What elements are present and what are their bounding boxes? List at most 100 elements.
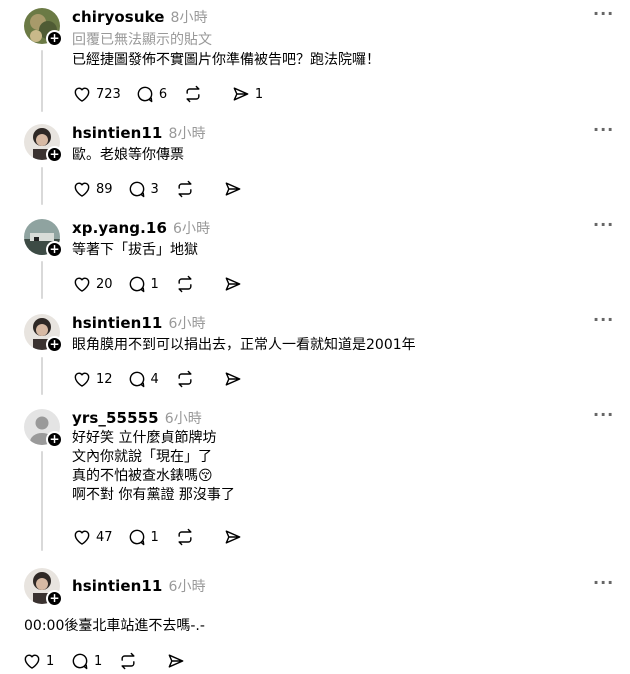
thread-post: + hsintien11 6小時 ··· 眼角膜用不到可以捐出去，正常人一看就知道… xyxy=(0,307,630,399)
username[interactable]: hsintien11 6小時 xyxy=(72,313,206,333)
follow-plus-icon[interactable]: + xyxy=(46,431,63,448)
heart-icon xyxy=(74,277,90,292)
reply-button[interactable]: 6 xyxy=(135,84,169,104)
avatar[interactable]: + xyxy=(24,314,63,353)
timestamp: 6小時 xyxy=(173,221,211,237)
action-bar: 723 6 1 xyxy=(72,83,279,105)
comment-bubble-icon xyxy=(129,371,144,388)
avatar[interactable]: + xyxy=(24,409,63,448)
share-count: 1 xyxy=(254,86,264,102)
repost-arrows-icon xyxy=(178,370,192,388)
post-text: 眼角膜用不到可以捐出去，正常人一看就知道是2001年 xyxy=(72,337,416,353)
repost-arrows-icon xyxy=(121,652,135,670)
comment-bubble-icon xyxy=(129,529,144,546)
username[interactable]: hsintien11 8小時 xyxy=(72,123,206,143)
username[interactable]: hsintien11 6小時 xyxy=(72,576,206,596)
like-count: 47 xyxy=(96,529,113,545)
like-count: 12 xyxy=(96,371,113,387)
repost-button[interactable] xyxy=(175,369,209,389)
repost-arrows-icon xyxy=(186,85,200,103)
share-button[interactable] xyxy=(223,369,257,389)
reply-count: 1 xyxy=(150,529,159,545)
timestamp: 8小時 xyxy=(170,10,208,26)
repost-arrows-icon xyxy=(178,528,192,546)
username[interactable]: xp.yang.16 6小時 xyxy=(72,218,210,238)
reply-button[interactable]: 1 xyxy=(127,274,161,294)
repost-button[interactable] xyxy=(183,84,217,104)
reply-button[interactable]: 1 xyxy=(70,651,104,671)
action-bar: 12 4 xyxy=(72,368,271,390)
reply-count: 1 xyxy=(150,276,159,292)
reply-button[interactable]: 1 xyxy=(127,527,161,547)
follow-plus-icon[interactable]: + xyxy=(46,590,63,607)
like-button[interactable]: 20 xyxy=(72,274,113,294)
reply-count: 4 xyxy=(150,371,159,387)
heart-icon xyxy=(74,182,90,197)
post-text: 已經捷圖發佈不實圖片你準備被告吧？跑法院囉！ xyxy=(72,52,380,68)
more-dots-icon[interactable]: ··· xyxy=(593,573,614,592)
username[interactable]: yrs_55555 6小時 xyxy=(72,408,202,428)
send-arrow-icon xyxy=(225,530,240,544)
comment-bubble-icon xyxy=(129,181,144,198)
timestamp: 6小時 xyxy=(168,316,206,332)
action-bar: 89 3 xyxy=(72,178,271,200)
reply-count: 6 xyxy=(158,86,168,102)
follow-plus-icon[interactable]: + xyxy=(46,30,63,47)
repost-button[interactable] xyxy=(118,651,152,671)
follow-plus-icon[interactable]: + xyxy=(46,336,63,353)
like-button[interactable]: 1 xyxy=(22,651,56,671)
like-button[interactable]: 723 xyxy=(72,84,121,104)
send-arrow-icon xyxy=(225,277,240,291)
like-button[interactable]: 12 xyxy=(72,369,113,389)
reply-button[interactable]: 4 xyxy=(127,369,161,389)
post-text: 好好笑 立什麼貞節牌坊 文內你就說「現在」了 真的不怕被查水錶嗎😚 啊不對 你有… xyxy=(72,430,235,503)
action-bar: 1 1 xyxy=(22,650,214,672)
avatar[interactable]: + xyxy=(24,8,63,47)
send-arrow-icon xyxy=(225,182,240,196)
like-count: 723 xyxy=(96,86,121,102)
repost-button[interactable] xyxy=(175,274,209,294)
reply-count: 1 xyxy=(94,653,103,669)
avatar[interactable]: + xyxy=(24,124,63,163)
repost-button[interactable] xyxy=(175,179,209,199)
share-button[interactable] xyxy=(166,651,200,671)
reply-button[interactable]: 3 xyxy=(127,179,161,199)
like-count: 1 xyxy=(46,653,55,669)
action-bar: 20 1 xyxy=(72,273,271,295)
like-button[interactable]: 89 xyxy=(72,179,113,199)
follow-plus-icon[interactable]: + xyxy=(46,241,63,258)
thread-post: + hsintien11 6小時 ··· 00:00後臺北車站進不去嗎-.- 1 … xyxy=(0,565,630,674)
send-arrow-icon xyxy=(233,87,249,101)
more-dots-icon[interactable]: ··· xyxy=(593,405,614,424)
more-dots-icon[interactable]: ··· xyxy=(593,120,614,139)
comment-bubble-icon xyxy=(137,86,153,103)
like-button[interactable]: 47 xyxy=(72,527,113,547)
heart-icon xyxy=(24,654,40,669)
share-button[interactable] xyxy=(223,179,257,199)
action-bar: 47 1 xyxy=(72,526,271,548)
more-dots-icon[interactable]: ··· xyxy=(593,215,614,234)
heart-icon xyxy=(74,372,90,387)
thread-post: + yrs_55555 6小時 ··· 好好笑 立什麼貞節牌坊 文內你就說「現在」… xyxy=(0,402,630,557)
reply-count: 3 xyxy=(150,181,159,197)
post-text: 等著下「拔舌」地獄 xyxy=(72,242,198,258)
share-button[interactable] xyxy=(223,527,257,547)
more-dots-icon[interactable]: ··· xyxy=(593,310,614,329)
follow-plus-icon[interactable]: + xyxy=(46,146,63,163)
send-arrow-icon xyxy=(168,654,184,668)
avatar[interactable]: + xyxy=(24,219,63,258)
comment-bubble-icon xyxy=(129,276,144,293)
thread-post: + hsintien11 8小時 ··· 歐。老娘等你傳票 89 3 xyxy=(0,118,630,208)
timestamp: 8小時 xyxy=(168,126,206,142)
avatar[interactable]: + xyxy=(24,568,63,607)
share-button[interactable] xyxy=(223,274,257,294)
send-arrow-icon xyxy=(225,372,240,386)
username[interactable]: chiryosuke 8小時 xyxy=(72,7,208,27)
repost-arrows-icon xyxy=(178,180,192,198)
like-count: 20 xyxy=(96,276,113,292)
more-dots-icon[interactable]: ··· xyxy=(593,4,614,23)
thread-post: + xp.yang.16 6小時 ··· 等著下「拔舌」地獄 20 1 xyxy=(0,212,630,304)
repost-button[interactable] xyxy=(175,527,209,547)
share-button[interactable]: 1 xyxy=(231,84,265,104)
thread-post: + chiryosuke 8小時 ··· 回覆已無法顯示的貼文 已經捷圖發佈不實圖… xyxy=(0,0,630,112)
